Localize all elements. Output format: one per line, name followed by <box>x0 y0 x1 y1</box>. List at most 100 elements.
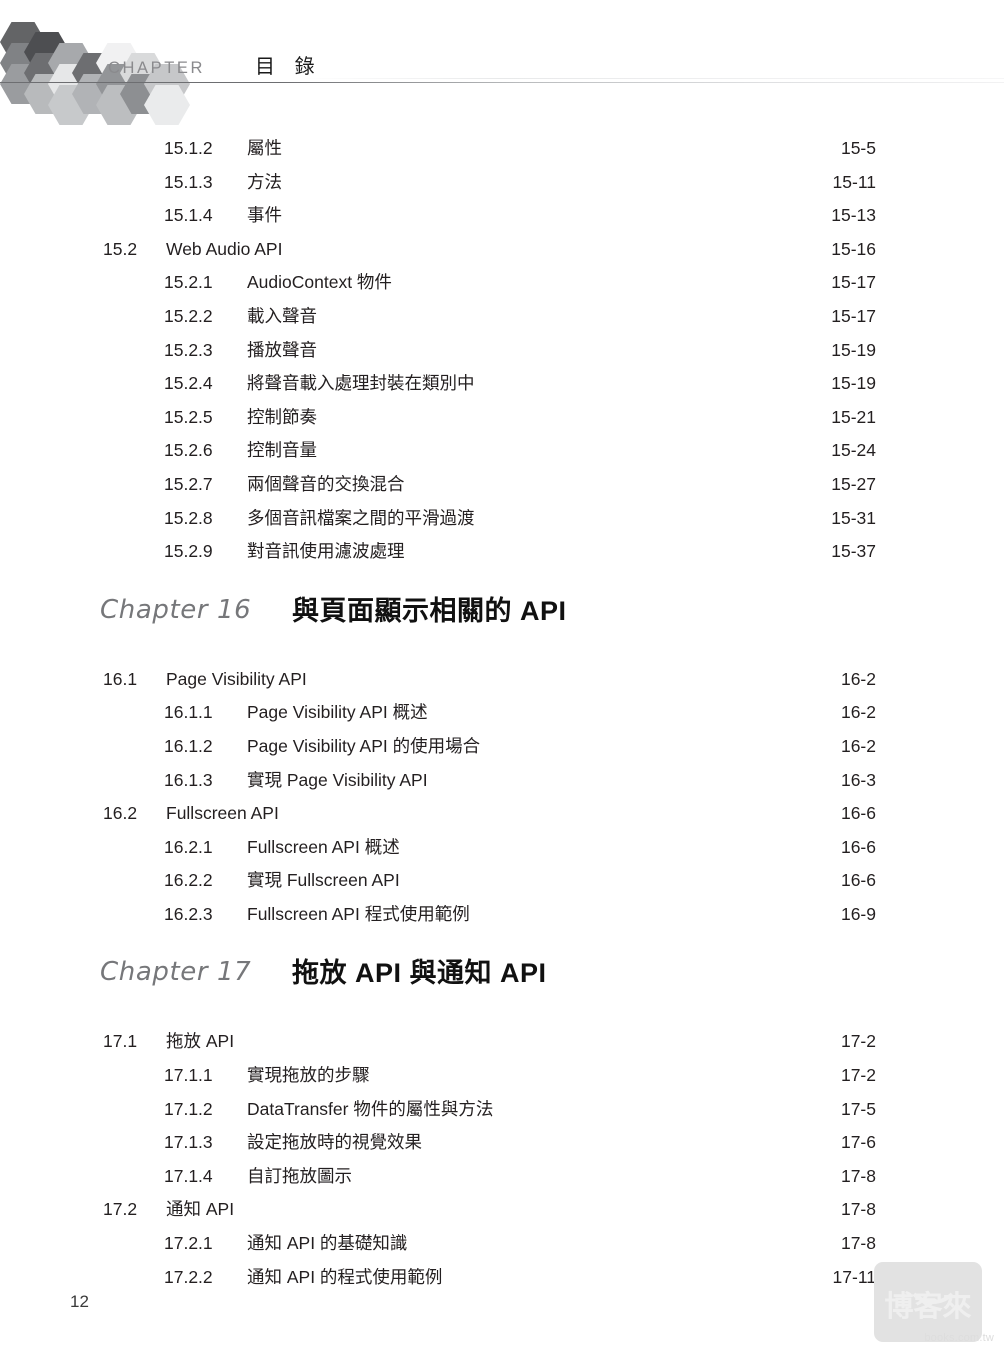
toc-entry-title: AudioContext 物件 <box>247 272 392 293</box>
toc-entry-number: 16.2.2 <box>164 870 213 891</box>
toc-entry-page: 16-2 <box>840 668 876 689</box>
toc-entry-page: 16-2 <box>840 735 876 756</box>
toc-entry[interactable]: 17.2.1 通知 API 的基礎知識 17-8 <box>0 1227 1004 1261</box>
toc-entry[interactable]: 16.1 Page Visibility API 16-2 <box>0 663 1004 697</box>
toc-entry-page: 15-19 <box>831 373 876 394</box>
chapter-heading-17: Chapter 17 拖放 API 與通知 API <box>0 931 1004 1025</box>
toc-entry-page: 15-21 <box>831 406 876 427</box>
toc-entry-page: 16-6 <box>840 870 876 891</box>
toc-entry-title: 控制音量 <box>247 440 317 461</box>
toc-entry[interactable]: 16.2.2 實現 Fullscreen API 16-6 <box>0 864 1004 898</box>
toc-entry-title: Page Visibility API 概述 <box>247 702 428 723</box>
toc-entry[interactable]: 17.1 拖放 API 17-2 <box>0 1025 1004 1059</box>
watermark: 博客來 books.com.tw <box>874 1262 996 1352</box>
chapter-17-label: Chapter 17 <box>100 957 252 988</box>
toc-entry[interactable]: 15.2.4 將聲音載入處理封裝在類別中 15-19 <box>0 367 1004 401</box>
toc-entry-page: 17-2 <box>840 1031 876 1052</box>
toc-entry[interactable]: 17.2 通知 API 17-8 <box>0 1193 1004 1227</box>
toc-entry[interactable]: 16.1.1 Page Visibility API 概述 16-2 <box>0 696 1004 730</box>
toc-entry-number: 15.2.1 <box>164 272 213 293</box>
toc-entry-title: Web Audio API <box>166 238 283 259</box>
toc-entry[interactable]: 15.2.2 載入聲音 15-17 <box>0 300 1004 334</box>
toc-entry[interactable]: 17.2.2 通知 API 的程式使用範例 17-11 <box>0 1261 1004 1295</box>
toc-entry-title: 通知 API 的基礎知識 <box>247 1233 408 1254</box>
chapter-heading-16: Chapter 16 與頁面顯示相關的 API <box>0 569 1004 663</box>
header-rule-secondary <box>300 78 1004 79</box>
toc-entry[interactable]: 17.1.3 設定拖放時的視覺效果 17-6 <box>0 1126 1004 1160</box>
chapter-16-title: 與頁面顯示相關的 API <box>292 595 567 626</box>
toc-entry-page: 16-9 <box>840 903 876 924</box>
watermark-brand: 博客來 <box>884 1291 972 1323</box>
header-rule <box>0 82 1004 84</box>
toc-entry-page: 17-8 <box>840 1165 876 1186</box>
toc-entry-number: 16.1.1 <box>164 702 213 723</box>
toc-entry[interactable]: 16.2.3 Fullscreen API 程式使用範例 16-9 <box>0 898 1004 932</box>
toc-entry-page: 16-3 <box>840 769 876 790</box>
toc-body: 15.1.2 屬性 15-5 15.1.3 方法 15-11 15.1.4 事件 15-13 15… <box>0 132 1004 1294</box>
toc-entry[interactable]: 15.2 Web Audio API 15-16 <box>0 233 1004 267</box>
toc-entry-number: 15.2.6 <box>164 440 213 461</box>
toc-entry[interactable]: 16.2.1 Fullscreen API 概述 16-6 <box>0 831 1004 865</box>
toc-entry-number: 17.1.3 <box>164 1132 213 1153</box>
toc-section-16: 16.1 Page Visibility API 16-2 16.1.1 Page Vi… <box>0 663 1004 932</box>
toc-entry-number: 16.2.1 <box>164 836 213 857</box>
toc-entry[interactable]: 15.2.5 控制節奏 15-21 <box>0 401 1004 435</box>
toc-entry[interactable]: 17.1.4 自訂拖放圖示 17-8 <box>0 1160 1004 1194</box>
toc-entry[interactable]: 16.2 Fullscreen API 16-6 <box>0 797 1004 831</box>
toc-entry[interactable]: 16.1.3 實現 Page Visibility API 16-3 <box>0 764 1004 798</box>
toc-entry-title: 事件 <box>247 205 282 226</box>
toc-entry-page: 15-17 <box>831 305 876 326</box>
toc-entry-number: 15.1.3 <box>164 171 213 192</box>
toc-section-15: 15.1.2 屬性 15-5 15.1.3 方法 15-11 15.1.4 事件 15-13 15… <box>0 132 1004 569</box>
toc-entry[interactable]: 15.2.3 播放聲音 15-19 <box>0 334 1004 368</box>
toc-entry-number: 15.2 <box>103 238 138 259</box>
toc-entry-number: 17.1.2 <box>164 1098 213 1119</box>
toc-entry[interactable]: 17.1.2 DataTransfer 物件的屬性與方法 17-5 <box>0 1093 1004 1127</box>
toc-entry[interactable]: 15.2.7 兩個聲音的交換混合 15-27 <box>0 468 1004 502</box>
toc-entry-page: 17-2 <box>840 1065 876 1086</box>
toc-entry[interactable]: 15.2.1 AudioContext 物件 15-17 <box>0 266 1004 300</box>
header-chapter-word: CHAPTER <box>108 59 206 77</box>
toc-entry-page: 17-8 <box>840 1233 876 1254</box>
toc-entry[interactable]: 17.1.1 實現拖放的步驟 17-2 <box>0 1059 1004 1093</box>
toc-entry-number: 17.1.1 <box>164 1065 213 1086</box>
toc-entry-title: Page Visibility API <box>166 668 307 689</box>
toc-entry-title: 通知 API <box>166 1199 235 1220</box>
toc-entry-number: 17.2 <box>103 1199 138 1220</box>
toc-entry-number: 16.2 <box>103 803 138 824</box>
toc-section-17: 17.1 拖放 API 17-2 17.1.1 實現拖放的步驟 17-2 17.1.2 Dat… <box>0 1025 1004 1294</box>
toc-entry-number: 16.2.3 <box>164 903 213 924</box>
watermark-url: books.com.tw <box>924 1332 994 1344</box>
toc-entry-page: 15-16 <box>831 238 876 259</box>
toc-entry-number: 15.2.3 <box>164 339 213 360</box>
toc-entry[interactable]: 15.2.9 對音訊使用濾波處理 15-37 <box>0 535 1004 569</box>
page-title: 目 錄 <box>255 56 322 78</box>
toc-entry-title: 播放聲音 <box>247 339 317 360</box>
toc-entry[interactable]: 15.1.3 方法 15-11 <box>0 166 1004 200</box>
toc-entry-title: 實現 Page Visibility API <box>247 769 428 790</box>
toc-entry[interactable]: 16.1.2 Page Visibility API 的使用場合 16-2 <box>0 730 1004 764</box>
toc-entry-title: 屬性 <box>247 138 282 158</box>
toc-entry[interactable]: 15.1.2 屬性 15-5 <box>0 132 1004 166</box>
toc-entry[interactable]: 15.2.6 控制音量 15-24 <box>0 434 1004 468</box>
toc-entry-page: 15-5 <box>840 138 876 158</box>
toc-entry-title: 實現拖放的步驟 <box>247 1065 370 1086</box>
toc-entry-title: 方法 <box>247 171 282 192</box>
chapter-16-label: Chapter 16 <box>100 594 252 625</box>
toc-entry-number: 15.2.5 <box>164 406 213 427</box>
toc-entry-page: 17-8 <box>840 1199 876 1220</box>
toc-entry-title: 自訂拖放圖示 <box>247 1165 352 1186</box>
toc-entry-title: Fullscreen API 概述 <box>247 836 400 857</box>
toc-entry-number: 17.2.1 <box>164 1233 213 1254</box>
toc-entry-number: 16.1.2 <box>164 735 213 756</box>
toc-entry-title: Fullscreen API 程式使用範例 <box>247 903 470 924</box>
toc-entry-number: 15.2.4 <box>164 373 213 394</box>
page-number: 12 <box>70 1292 89 1311</box>
toc-entry[interactable]: 15.1.4 事件 15-13 <box>0 199 1004 233</box>
toc-entry-page: 15-19 <box>831 339 876 360</box>
toc-entry-number: 15.1.2 <box>164 138 213 158</box>
toc-entry[interactable]: 15.2.8 多個音訊檔案之間的平滑過渡 15-31 <box>0 502 1004 536</box>
toc-entry-page: 17-6 <box>840 1132 876 1153</box>
toc-entry-page: 16-6 <box>840 803 876 824</box>
toc-entry-number: 17.2.2 <box>164 1266 213 1287</box>
